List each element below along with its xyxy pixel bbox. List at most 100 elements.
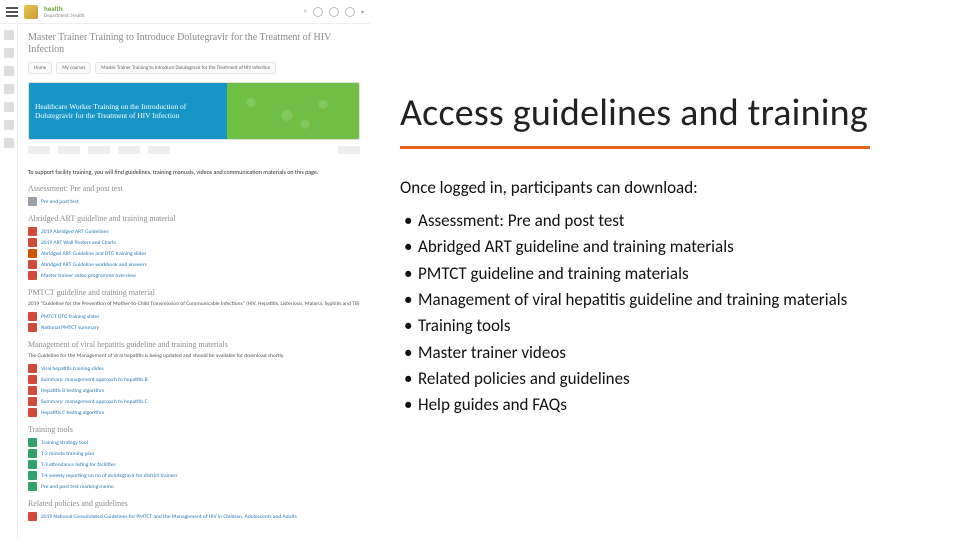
- crumb[interactable]: My courses: [56, 62, 91, 74]
- resource-label: Hepatitis B testing algorithm: [41, 388, 104, 394]
- section-heading: Assessment: Pre and post test: [28, 184, 360, 193]
- resource-label: Training strategy tool: [41, 440, 88, 446]
- notifications-icon[interactable]: [329, 7, 339, 17]
- sidebar-item[interactable]: [4, 138, 14, 148]
- accent-rule: [400, 146, 870, 149]
- bullet-item: Related policies and guidelines: [404, 366, 940, 392]
- pdf-file-icon: [28, 238, 37, 247]
- banner-title: Healthcare Worker Training on the Introd…: [35, 102, 221, 121]
- resource-row[interactable]: Hepatitis B testing algorithm: [28, 386, 360, 395]
- resource-label: 2019 National Consolidated Guidelines fo…: [41, 514, 297, 520]
- resource-label: National PMTCT summary: [41, 325, 99, 331]
- bullet-item: Assessment: Pre and post test: [404, 208, 940, 234]
- resource-row[interactable]: T-4 weekly reporting on no of dolutegrav…: [28, 471, 360, 480]
- resource-label: 2019 Abridged ART Guidelines: [41, 229, 109, 235]
- page-title: Access guidelines and training: [400, 90, 940, 136]
- lms-screenshot: health Department: Health ⌕ ▾ Master Tra…: [0, 0, 370, 540]
- resource-row[interactable]: Viral hepatitis training slides: [28, 364, 360, 373]
- pdf-file-icon: [28, 375, 37, 384]
- resource-row[interactable]: Hepatitis C testing algorithm: [28, 408, 360, 417]
- crumb[interactable]: Master Trainer Training to Introduce Dol…: [95, 62, 276, 74]
- lms-sidebar: [0, 24, 18, 540]
- resource-row[interactable]: T-2 minute training plan: [28, 449, 360, 458]
- resource-row[interactable]: Summary: management approach to hepatiti…: [28, 397, 360, 406]
- sidebar-item[interactable]: [4, 120, 14, 130]
- partner-logos: [28, 144, 360, 162]
- resource-label: Pre and post test: [41, 199, 79, 205]
- logo: [88, 146, 110, 154]
- section-heading: Abridged ART guideline and training mate…: [28, 214, 360, 223]
- course-banner: Healthcare Worker Training on the Introd…: [28, 82, 360, 140]
- logo: [58, 146, 80, 154]
- gry-file-icon: [28, 197, 37, 206]
- logo: [148, 146, 170, 154]
- resource-label: Summary: management approach to hepatiti…: [41, 399, 148, 405]
- grn-file-icon: [28, 438, 37, 447]
- pdf-file-icon: [28, 397, 37, 406]
- resource-label: T-2 minute training plan: [41, 451, 94, 457]
- bullet-item: Help guides and FAQs: [404, 392, 940, 418]
- logo: [338, 146, 360, 154]
- resource-label: 2019 ART Wall Posters and Charts: [41, 240, 116, 246]
- brand-subtitle: Department: Health: [44, 13, 85, 19]
- section-heading: Related policies and guidelines: [28, 499, 360, 508]
- topbar-icons: ⌕ ▾: [304, 7, 364, 17]
- lms-topbar: health Department: Health ⌕ ▾: [0, 0, 370, 24]
- crumb[interactable]: Home: [28, 62, 52, 74]
- pdf-file-icon: [28, 260, 37, 269]
- sidebar-item[interactable]: [4, 30, 14, 40]
- logo: [118, 146, 140, 154]
- resource-row[interactable]: Pre and post test: [28, 197, 360, 206]
- intro-text: To support facility training, you will f…: [28, 168, 360, 176]
- slide-content: Access guidelines and training Once logg…: [370, 0, 960, 540]
- resource-row[interactable]: 2019 National Consolidated Guidelines fo…: [28, 512, 360, 521]
- resource-label: PMTCT DTG training slides: [41, 314, 99, 320]
- resource-label: Abridged ART Guideline workbook and answ…: [41, 262, 147, 268]
- bullet-list: Assessment: Pre and post testAbridged AR…: [400, 208, 940, 419]
- resource-row[interactable]: T-3 attendance listing for facilities: [28, 460, 360, 469]
- section-subtext: The Guideline for the Management of vira…: [28, 353, 360, 360]
- resource-row[interactable]: Master trainer video programme overview: [28, 271, 360, 280]
- pdf-file-icon: [28, 227, 37, 236]
- help-icon[interactable]: [313, 7, 323, 17]
- bullet-item: Management of viral hepatitis guideline …: [404, 287, 940, 313]
- resource-row[interactable]: PMTCT DTG training slides: [28, 312, 360, 321]
- resource-label: Summary: management approach to hepatiti…: [41, 377, 148, 383]
- grn-file-icon: [28, 449, 37, 458]
- bullet-item: Abridged ART guideline and training mate…: [404, 234, 940, 260]
- grn-file-icon: [28, 482, 37, 491]
- pdf-file-icon: [28, 408, 37, 417]
- sidebar-item[interactable]: [4, 84, 14, 94]
- section-heading: Management of viral hepatitis guideline …: [28, 340, 360, 349]
- resource-row[interactable]: Training strategy tool: [28, 438, 360, 447]
- course-title: Master Trainer Training to Introduce Dol…: [28, 32, 360, 56]
- resource-label: Abridged ART Guideline and DTG training …: [41, 251, 146, 257]
- sidebar-item[interactable]: [4, 102, 14, 112]
- search-icon[interactable]: ⌕: [304, 7, 307, 16]
- ppt-file-icon: [28, 249, 37, 258]
- resource-row[interactable]: National PMTCT summary: [28, 323, 360, 332]
- resource-row[interactable]: Abridged ART Guideline and DTG training …: [28, 249, 360, 258]
- resource-row[interactable]: Pre and post test marking memo: [28, 482, 360, 491]
- resource-row[interactable]: Summary: management approach to hepatiti…: [28, 375, 360, 384]
- avatar[interactable]: [345, 7, 355, 17]
- crest-icon: [24, 5, 38, 19]
- caret-down-icon[interactable]: ▾: [361, 8, 364, 16]
- pdf-file-icon: [28, 364, 37, 373]
- resource-label: T-4 weekly reporting on no of dolutegrav…: [41, 473, 178, 479]
- resource-row[interactable]: 2019 Abridged ART Guidelines: [28, 227, 360, 236]
- resource-label: T-3 attendance listing for facilities: [41, 462, 116, 468]
- hamburger-icon[interactable]: [6, 7, 18, 17]
- grn-file-icon: [28, 471, 37, 480]
- resource-label: Viral hepatitis training slides: [41, 366, 104, 372]
- pdf-file-icon: [28, 512, 37, 521]
- pdf-file-icon: [28, 323, 37, 332]
- banner-graphic: [227, 83, 360, 139]
- lead-text: Once logged in, participants can downloa…: [400, 177, 940, 198]
- sidebar-item[interactable]: [4, 66, 14, 76]
- sidebar-item[interactable]: [4, 48, 14, 58]
- resource-label: Hepatitis C testing algorithm: [41, 410, 104, 416]
- resource-row[interactable]: Abridged ART Guideline workbook and answ…: [28, 260, 360, 269]
- resource-row[interactable]: 2019 ART Wall Posters and Charts: [28, 238, 360, 247]
- pdf-file-icon: [28, 271, 37, 280]
